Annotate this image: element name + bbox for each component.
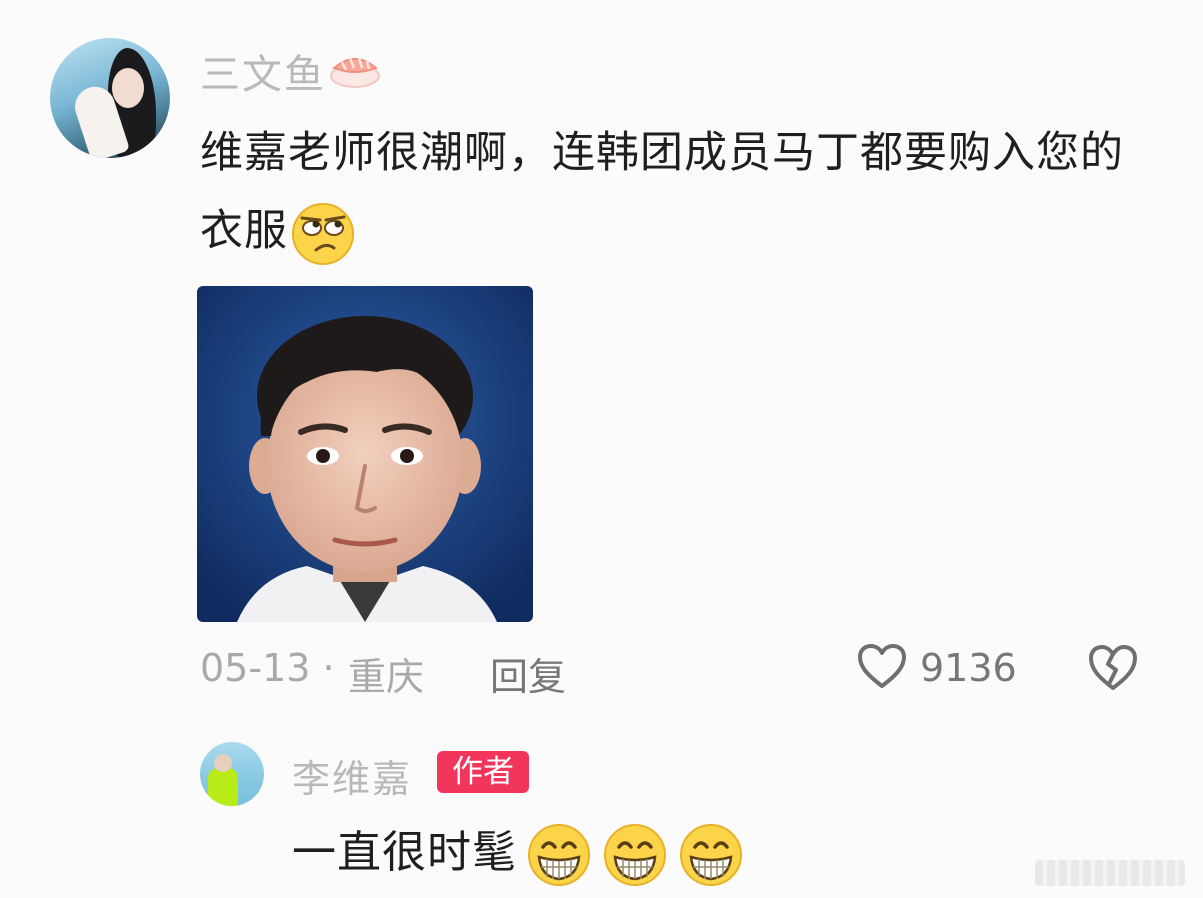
- author-avatar[interactable]: [200, 742, 264, 806]
- author-badge: 作者: [437, 751, 529, 793]
- attached-photo[interactable]: [197, 286, 533, 622]
- grinning-emoji-icon: [680, 824, 742, 886]
- date-text: 05-13: [200, 646, 311, 690]
- reply-body: 一直很时髦: [292, 818, 745, 888]
- watermark: [1035, 860, 1185, 886]
- comment-body: 维嘉老师很潮啊，连韩团成员马丁都要购入您的衣服: [200, 114, 1130, 270]
- author-username[interactable]: 李维嘉: [292, 748, 412, 803]
- broken-heart-icon[interactable]: [1086, 642, 1140, 692]
- comment-thread: 三文鱼 维嘉老师很潮啊，连韩团成员马丁都要购入您的衣服 05-13 · 重庆 回…: [0, 0, 1203, 898]
- commenter-avatar[interactable]: [50, 38, 170, 158]
- avatar-face: [112, 68, 144, 108]
- avatar-head: [214, 754, 232, 772]
- avatar-body: [208, 768, 238, 806]
- eye-roll-emoji-icon: [292, 202, 354, 265]
- heart-outline-icon[interactable]: [856, 642, 908, 690]
- reply-button[interactable]: 回复: [490, 646, 566, 701]
- grinning-emoji-icon: [528, 824, 590, 886]
- separator-dot: ·: [322, 646, 335, 690]
- sushi-icon: [330, 57, 380, 88]
- portrait-photo-icon: [197, 286, 533, 622]
- comment-date: 05-13 ·: [200, 646, 335, 690]
- commenter-username[interactable]: 三文鱼: [200, 42, 326, 100]
- reply-text: 一直很时髦: [292, 827, 517, 878]
- comment-location: 重庆: [348, 655, 425, 699]
- grinning-emoji-icon: [604, 824, 666, 886]
- like-count: 9136: [920, 646, 1017, 690]
